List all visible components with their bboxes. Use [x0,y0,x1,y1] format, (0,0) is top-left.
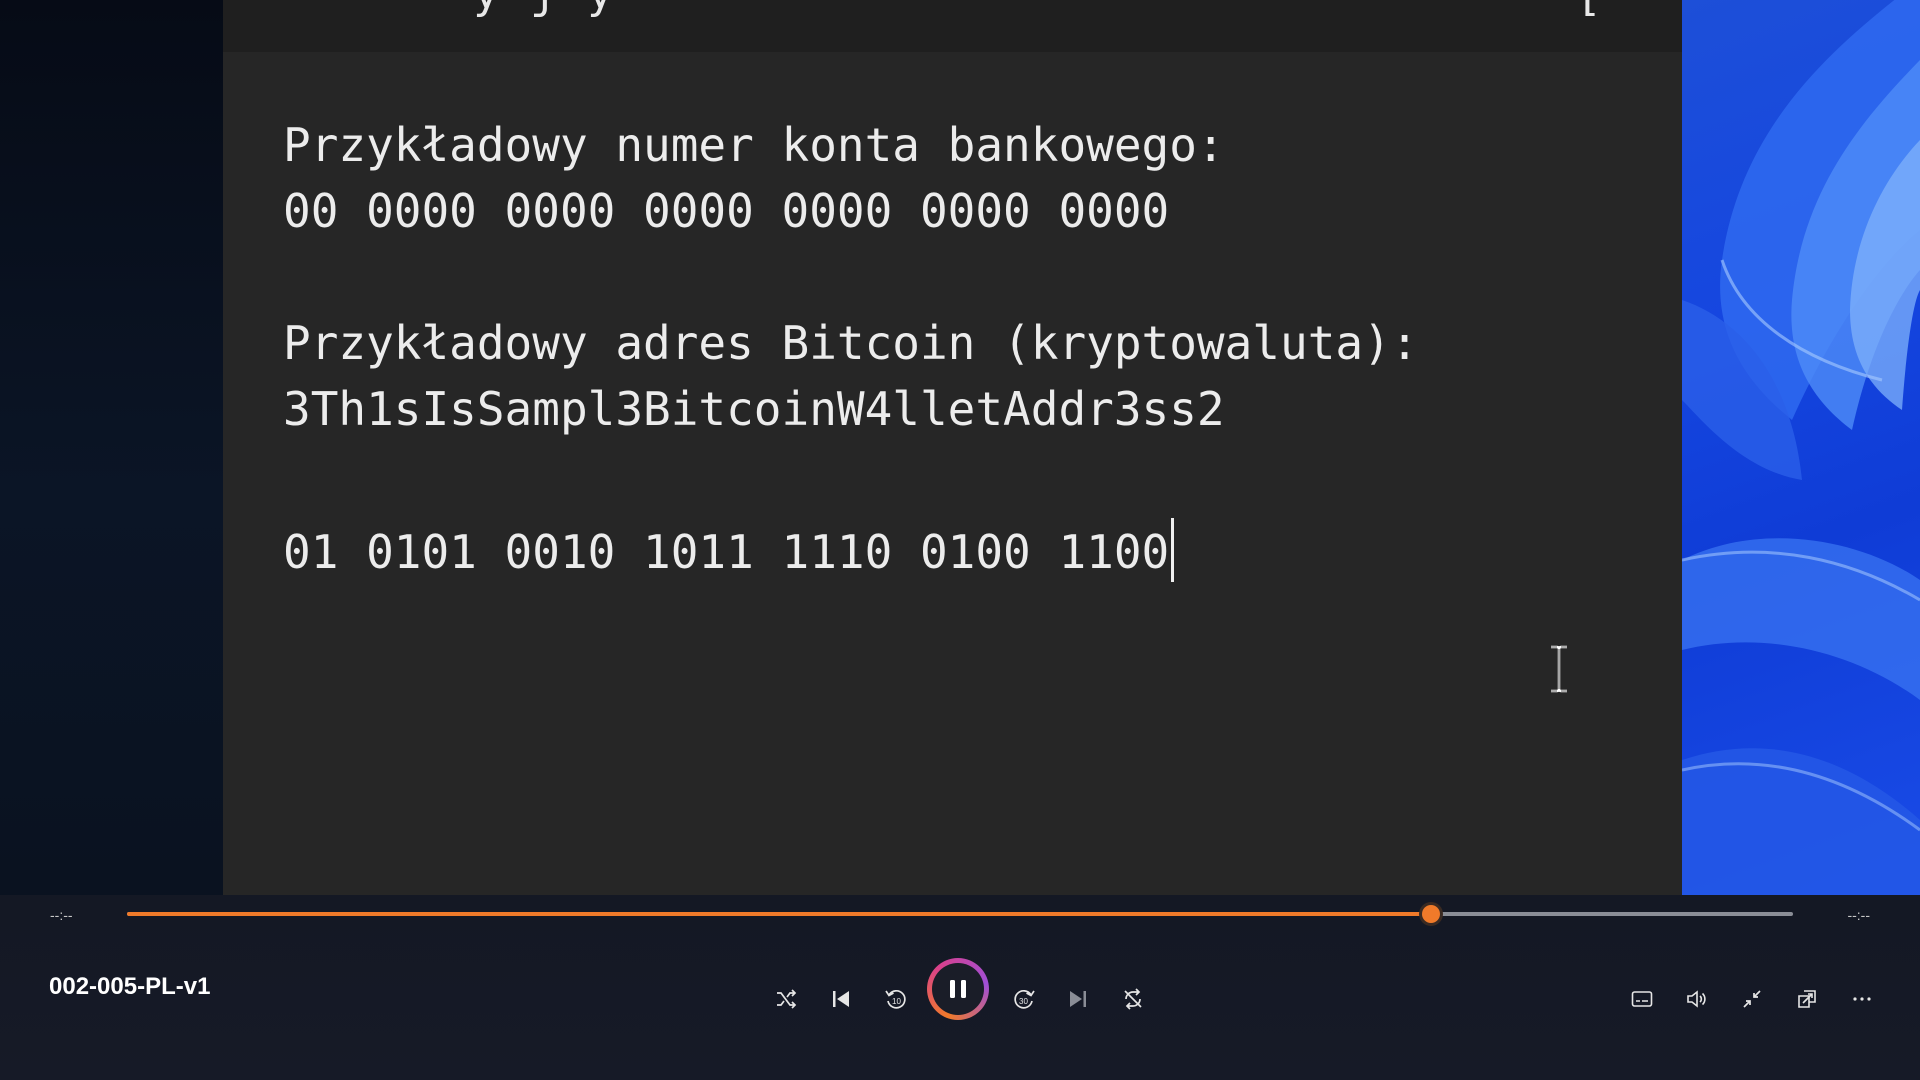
media-title: 002-005-PL-v1 [49,973,211,1000]
seek-bar-thumb[interactable] [1422,905,1441,923]
bitcoin-address-label: Przykładowy adres Bitcoin (kryptowaluta)… [283,316,1419,370]
bank-account-label: Przykładowy numer konta bankowego: [283,118,1225,172]
text-caret [1171,518,1175,582]
i-beam-cursor-icon [1551,645,1567,693]
more-options-icon [1853,997,1871,1001]
media-player-controls: --:-- --:-- 002-005-PL-v1 10 30 [0,895,1920,1080]
exit-fullscreen-button[interactable] [1732,979,1772,1019]
elapsed-time: --:-- [50,907,73,923]
video-area[interactable]: y j y [ Przykładowy numer konta bankoweg… [0,0,1920,895]
editor-title-fragment: y j y [473,0,615,19]
exit-fullscreen-icon [1743,990,1761,1008]
cast-icon [1798,990,1816,1008]
skip-back-10-icon: 10 [885,989,906,1009]
seek-bar[interactable] [127,905,1793,923]
volume-icon [1687,990,1706,1008]
repeat-button[interactable] [1113,979,1153,1019]
previous-icon [833,991,849,1007]
captions-button[interactable] [1622,979,1662,1019]
binary-line: 01 0101 0010 1011 1110 0100 1100 [283,518,1175,582]
desktop-wallpaper-right [1682,0,1920,895]
shuffle-button[interactable] [766,979,806,1019]
wallpaper-bloom-shape [1682,0,1920,895]
bitcoin-address: 3Th1sIsSampl3BitcoinW4lletAddr3ss2 [283,382,1225,436]
captions-icon [1631,991,1653,1007]
repeat-off-icon [1124,988,1142,1010]
pause-button-inner [932,963,984,1015]
skip-back-label: 10 [892,997,901,1006]
editor-title-bar: y j y [ [223,0,1682,52]
skip-forward-button[interactable]: 30 [1004,979,1044,1019]
pause-button[interactable] [927,958,989,1020]
binary-line-text: 01 0101 0010 1011 1110 0100 1100 [283,525,1170,579]
skip-forward-label: 30 [1019,997,1028,1006]
next-button[interactable] [1058,979,1098,1019]
volume-button[interactable] [1677,979,1717,1019]
next-icon [1070,991,1086,1007]
text-editor-window: y j y [ Przykładowy numer konta bankoweg… [223,0,1682,895]
cast-button[interactable] [1787,979,1827,1019]
bank-account-number: 00 0000 0000 0000 0000 0000 0000 [283,184,1170,238]
shuffle-icon [777,989,797,1009]
previous-button[interactable] [821,979,861,1019]
remaining-time: --:-- [1847,907,1870,923]
seek-bar-progress [127,912,1432,916]
editor-title-bracket: [ [1576,0,1603,21]
more-options-button[interactable] [1842,979,1882,1019]
skip-back-button[interactable]: 10 [876,979,916,1019]
pause-icon [950,980,966,998]
skip-forward-30-icon: 30 [1014,989,1035,1009]
desktop-background-left [0,0,223,895]
